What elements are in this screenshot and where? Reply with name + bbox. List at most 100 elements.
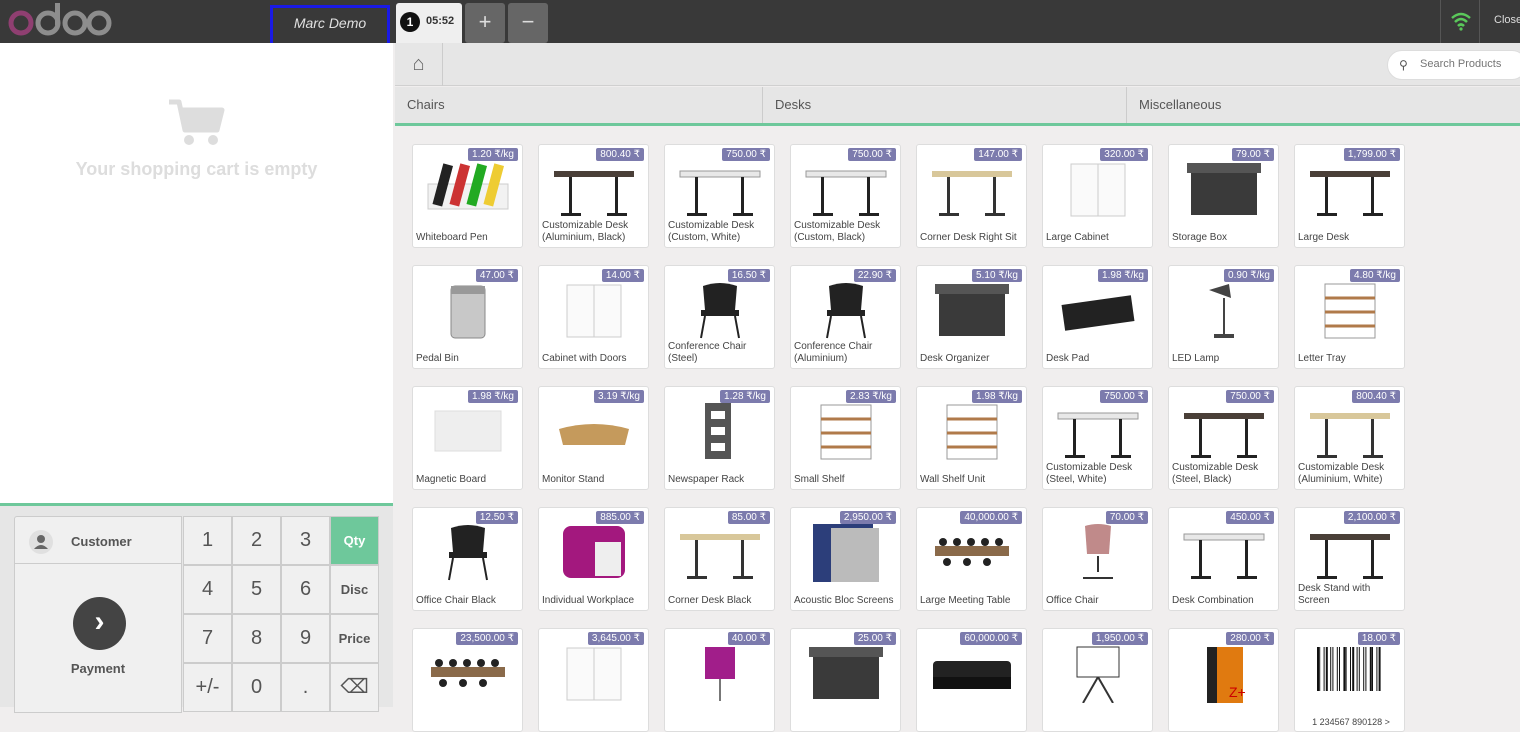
product-card[interactable]: 2.83 ₹/kg Small Shelf [790,386,901,490]
product-card[interactable]: 750.00 ₹ Customizable Desk (Steel, White) [1042,386,1153,490]
mode-qty-button[interactable]: Qty [330,516,379,565]
product-card[interactable]: 60,000.00 ₹ [916,628,1027,732]
product-card[interactable]: 750.00 ₹ Customizable Desk (Custom, Black… [790,144,901,248]
mode-disc-button[interactable]: Disc [330,565,379,614]
mode-price-button[interactable]: Price [330,614,379,663]
product-card[interactable]: 2,950.00 ₹ Acoustic Bloc Screens [790,507,901,611]
product-card[interactable]: 18.00 ₹ 1 234567 890128 > [1294,628,1405,732]
payment-button[interactable]: › Payment [14,563,182,713]
numpad-key[interactable]: 9 [281,614,330,663]
price-badge: 3.19 ₹/kg [594,390,644,403]
product-card[interactable]: 3,645.00 ₹ [538,628,649,732]
product-card[interactable]: 14.00 ₹ Cabinet with Doors [538,265,649,369]
product-card[interactable]: 1,799.00 ₹ Large Desk [1294,144,1405,248]
product-name: Acoustic Bloc Screens [794,595,894,606]
numpad-key[interactable]: 1 [183,516,232,565]
product-image [675,159,765,219]
product-image [1179,401,1269,461]
numpad-key[interactable]: +/- [183,663,232,712]
price-badge: 3,645.00 ₹ [587,632,644,645]
product-card[interactable]: 1.28 ₹/kg Newspaper Rack [664,386,775,490]
product-card[interactable]: 800.40 ₹ Customizable Desk (Aluminium, Wh… [1294,386,1405,490]
home-icon[interactable]: ⌂ [395,43,443,86]
product-card[interactable]: Z+ 280.00 ₹ [1168,628,1279,732]
product-card[interactable]: 1.98 ₹/kg Magnetic Board [412,386,523,490]
product-name: Customizable Desk (Steel, Black) [1172,462,1259,485]
product-name: Customizable Desk (Custom, White) [668,220,755,243]
close-button[interactable]: Close [1494,14,1520,26]
numpad-key[interactable]: 0 [232,663,281,712]
cashier-name[interactable]: Marc Demo [270,5,390,47]
category-chairs[interactable]: Chairs [395,87,763,123]
customer-button[interactable]: Customer [14,516,182,564]
product-card[interactable]: 3.19 ₹/kg Monitor Stand [538,386,649,490]
product-card[interactable]: 40,000.00 ₹ Large Meeting Table [916,507,1027,611]
product-name: Customizable Desk (Steel, White) [1046,462,1133,485]
order-tab[interactable]: 1 05:52 [396,3,462,43]
product-card[interactable]: 320.00 ₹ Large Cabinet [1042,144,1153,248]
product-card[interactable]: 47.00 ₹ Pedal Bin [412,265,523,369]
product-card[interactable]: 12.50 ₹ Office Chair Black [412,507,523,611]
order-number: 1 [400,12,420,32]
add-order-button[interactable]: + [465,3,505,43]
product-card[interactable]: 800.40 ₹ Customizable Desk (Aluminium, Bl… [538,144,649,248]
price-badge: 2,100.00 ₹ [1343,511,1400,524]
product-card[interactable]: 85.00 ₹ Corner Desk Black [664,507,775,611]
numpad-key[interactable]: 5 [232,565,281,614]
category-miscellaneous[interactable]: Miscellaneous [1127,87,1520,123]
price-badge: 1.98 ₹/kg [468,390,518,403]
category-desks[interactable]: Desks [763,87,1127,123]
product-image [549,522,639,582]
product-name: Small Shelf [794,474,845,485]
product-name: Desk Combination [1172,595,1254,606]
product-card[interactable]: 16.50 ₹ Conference Chair (Steel) [664,265,775,369]
search-input[interactable] [1420,58,1520,70]
price-badge: 12.50 ₹ [475,511,518,524]
product-card[interactable]: 1.98 ₹/kg Desk Pad [1042,265,1153,369]
remove-order-button[interactable]: − [508,3,548,43]
numpad-key[interactable]: 6 [281,565,330,614]
product-name: Customizable Desk (Aluminium, White) [1298,462,1385,485]
product-image [1053,643,1143,704]
product-card[interactable]: 1.98 ₹/kg Wall Shelf Unit [916,386,1027,490]
empty-cart-label: Your shopping cart is empty [75,159,318,179]
product-name: Letter Tray [1298,353,1346,364]
product-card[interactable]: 750.00 ₹ Customizable Desk (Custom, White… [664,144,775,248]
numpad-key[interactable]: 3 [281,516,330,565]
product-image [423,401,513,461]
product-image [549,280,639,340]
product-card[interactable]: 22.90 ₹ Conference Chair (Aluminium) [790,265,901,369]
numpad-key[interactable]: 4 [183,565,232,614]
search-box[interactable]: ⚲ [1387,50,1520,80]
numpad-key[interactable]: 2 [232,516,281,565]
product-card[interactable]: 2,100.00 ₹ Desk Stand with Screen [1294,507,1405,611]
product-card[interactable]: 4.80 ₹/kg Letter Tray [1294,265,1405,369]
numpad-key[interactable]: 7 [183,614,232,663]
price-badge: 70.00 ₹ [1105,511,1148,524]
price-badge: 800.40 ₹ [1352,390,1400,403]
product-card[interactable]: 1,950.00 ₹ [1042,628,1153,732]
price-badge: 2,950.00 ₹ [839,511,896,524]
price-badge: 1,799.00 ₹ [1343,148,1400,161]
backspace-icon[interactable]: ⌫ [330,663,379,712]
product-card[interactable]: 40.00 ₹ [664,628,775,732]
product-card[interactable]: 0.90 ₹/kg LED Lamp [1168,265,1279,369]
product-card[interactable]: 23,500.00 ₹ [412,628,523,732]
product-card[interactable]: 885.00 ₹ Individual Workplace [538,507,649,611]
product-card[interactable]: 147.00 ₹ Corner Desk Right Sit [916,144,1027,248]
product-name: LED Lamp [1172,353,1220,364]
product-image [423,159,513,219]
price-badge: 79.00 ₹ [1231,148,1274,161]
product-card[interactable]: 79.00 ₹ Storage Box [1168,144,1279,248]
product-card[interactable]: 70.00 ₹ Office Chair [1042,507,1153,611]
wifi-icon[interactable] [1440,0,1480,43]
numpad-key[interactable]: 8 [232,614,281,663]
product-card[interactable]: 5.10 ₹/kg Desk Organizer [916,265,1027,369]
price-badge: 4.80 ₹/kg [1350,269,1400,282]
product-card[interactable]: 750.00 ₹ Customizable Desk (Steel, Black) [1168,386,1279,490]
top-bar: Marc Demo 1 05:52 + − Close [0,0,1520,47]
numpad-key[interactable]: . [281,663,330,712]
product-card[interactable]: 450.00 ₹ Desk Combination [1168,507,1279,611]
product-card[interactable]: 1.20 ₹/kg Whiteboard Pen [412,144,523,248]
product-card[interactable]: 25.00 ₹ [790,628,901,732]
